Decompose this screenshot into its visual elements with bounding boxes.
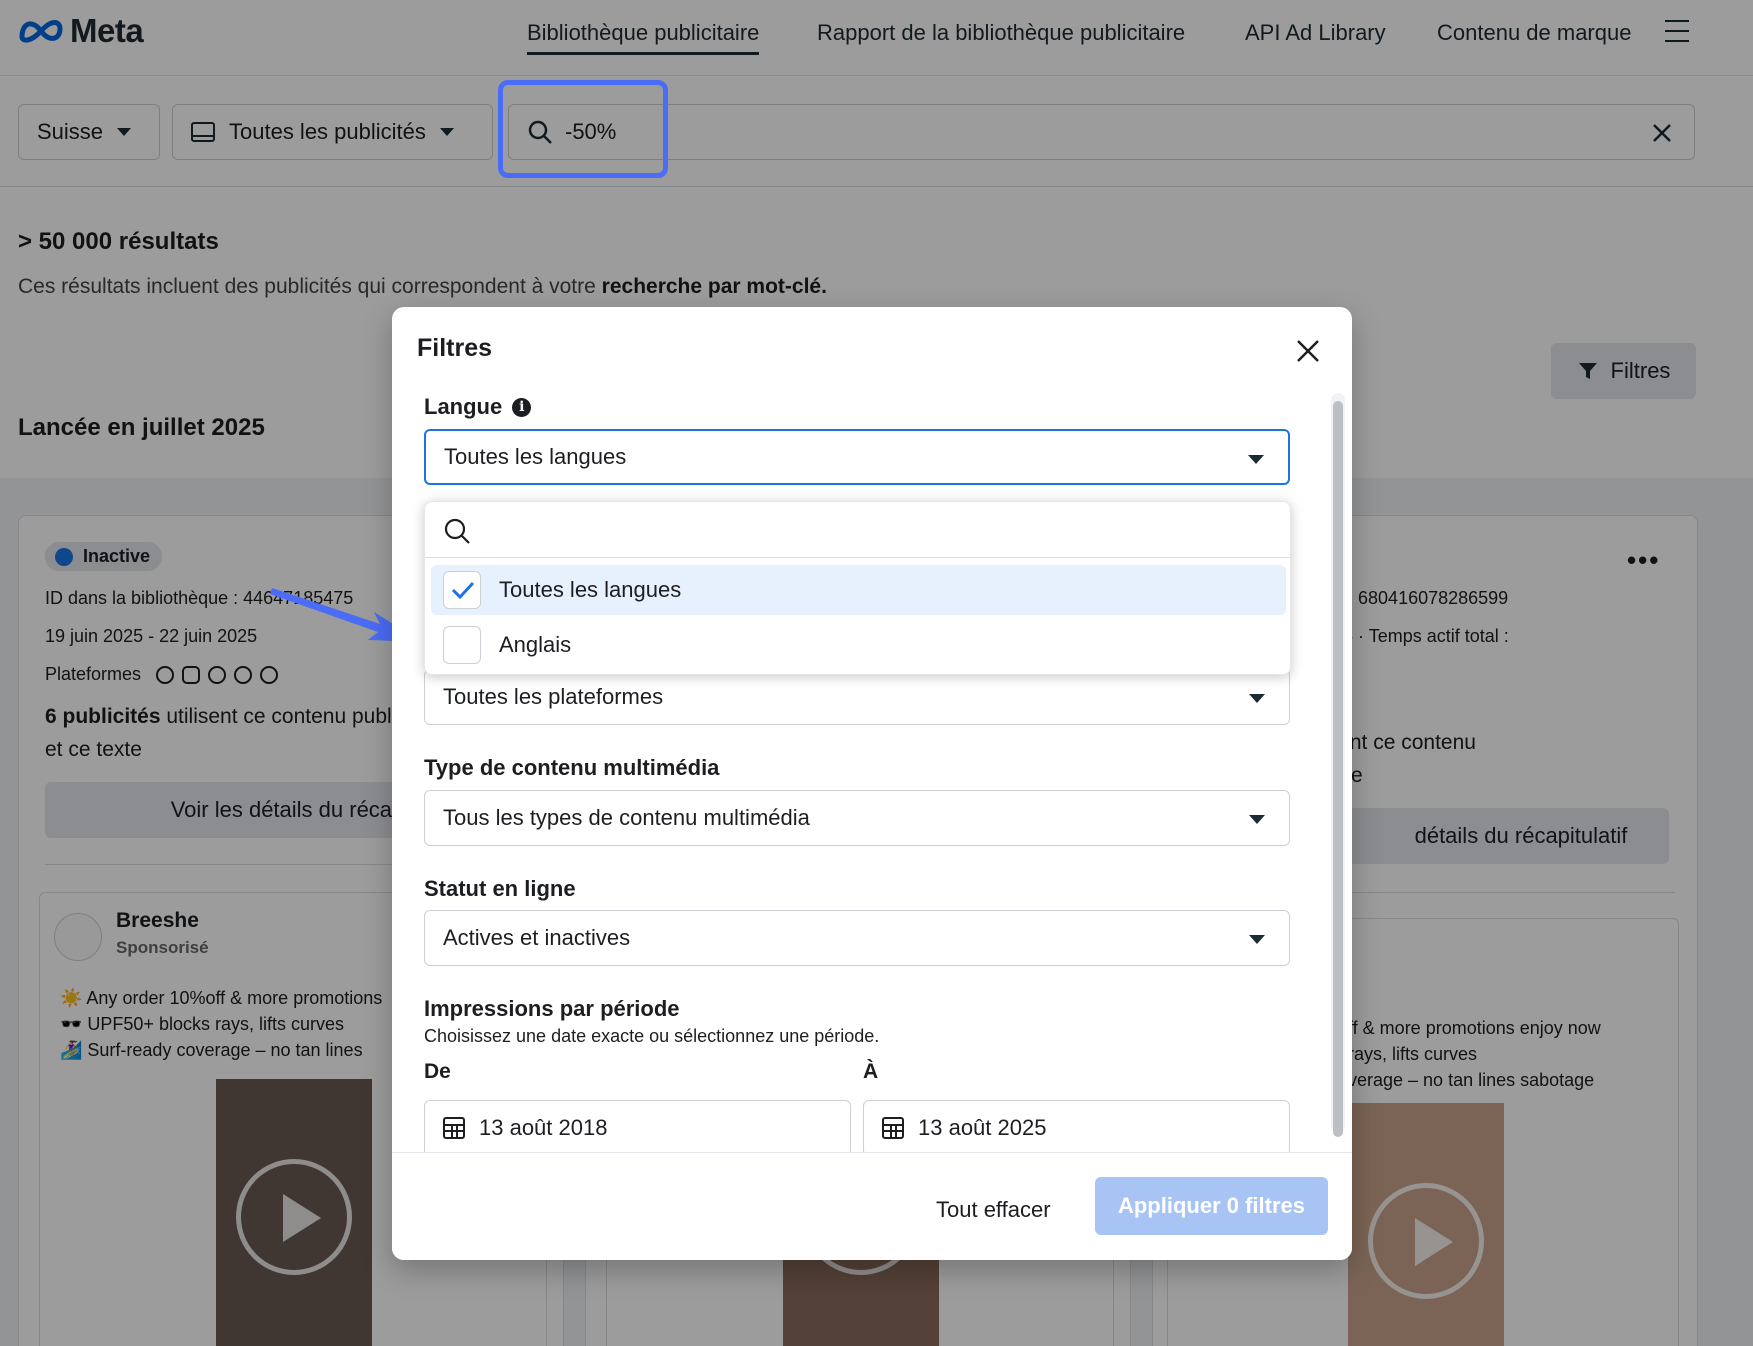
chevron-down-icon (1248, 455, 1264, 464)
media-type-label: Type de contenu multimédia (424, 755, 720, 780)
calendar-icon (882, 1117, 904, 1139)
scrollbar-thumb[interactable] (1333, 401, 1343, 1137)
language-label: Langue i (424, 394, 532, 420)
date-from-value: 13 août 2018 (479, 1115, 608, 1140)
date-to-value: 13 août 2025 (918, 1115, 1047, 1140)
modal-scrollbar[interactable] (1331, 393, 1345, 1137)
checkbox[interactable] (443, 571, 481, 609)
calendar-icon (443, 1117, 465, 1139)
filters-modal: Filtres Langue i Toutes les langues Tout… (392, 307, 1352, 1260)
status-label: Statut en ligne (424, 876, 576, 901)
status-select[interactable]: Actives et inactives (424, 910, 1290, 966)
date-to-input[interactable]: 13 août 2025 (863, 1100, 1290, 1156)
option-label: Toutes les langues (499, 577, 682, 602)
language-option-all[interactable]: Toutes les langues (431, 565, 1286, 615)
clear-all-button[interactable]: Tout effacer (936, 1197, 1051, 1223)
close-icon[interactable] (1295, 338, 1321, 364)
media-type-value: Tous les types de contenu multimédia (443, 805, 810, 830)
chevron-down-icon (1249, 694, 1265, 703)
language-select[interactable]: Toutes les langues (424, 429, 1290, 485)
search-icon (444, 518, 470, 544)
platform-select[interactable]: Toutes les plateformes (424, 669, 1290, 725)
platform-value: Toutes les plateformes (443, 684, 664, 709)
language-label-text: Langue (424, 394, 503, 419)
status-value: Actives et inactives (443, 925, 631, 950)
option-label: Anglais (499, 632, 572, 657)
language-option-english[interactable]: Anglais (431, 620, 1286, 670)
checkbox[interactable] (443, 626, 481, 664)
language-value: Toutes les langues (444, 444, 627, 469)
info-icon[interactable]: i (512, 397, 532, 417)
chevron-down-icon (1249, 815, 1265, 824)
chevron-down-icon (1249, 935, 1265, 944)
checkmark-icon (451, 581, 475, 600)
apply-filters-button[interactable]: Appliquer 0 filtres (1095, 1177, 1328, 1235)
language-dropdown: Toutes les langues Anglais (424, 501, 1292, 675)
media-type-select[interactable]: Tous les types de contenu multimédia (424, 790, 1290, 846)
annotation-highlight (498, 80, 668, 178)
impressions-hint: Choisissez une date exacte ou sélectionn… (424, 1026, 880, 1046)
date-from-input[interactable]: 13 août 2018 (424, 1100, 851, 1156)
date-to-label: À (863, 1060, 879, 1083)
language-search-input[interactable] (425, 502, 1292, 558)
modal-title: Filtres (417, 334, 493, 362)
impressions-label: Impressions par période (424, 996, 680, 1021)
modal-footer: Tout effacer Appliquer 0 filtres (392, 1152, 1352, 1260)
apply-filters-label: Appliquer 0 filtres (1117, 1193, 1306, 1218)
date-from-label: De (424, 1060, 451, 1083)
